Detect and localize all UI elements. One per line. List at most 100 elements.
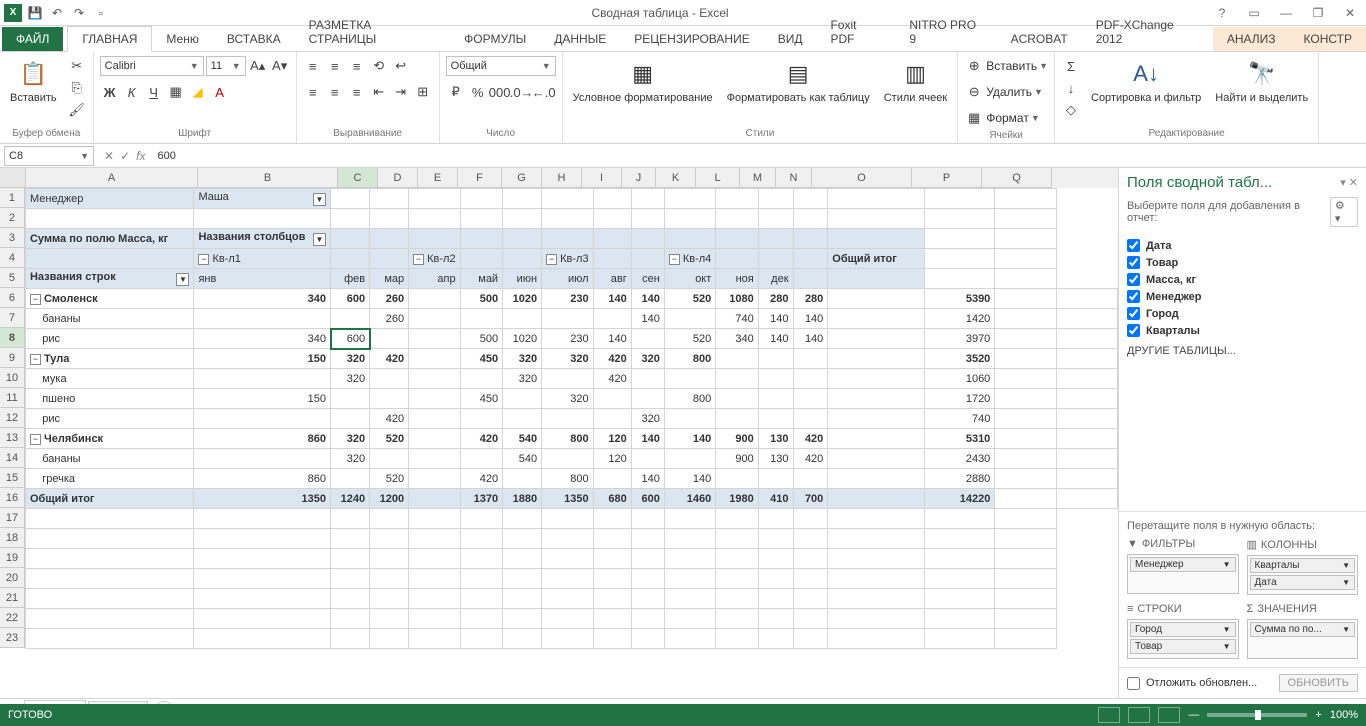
find-select-button[interactable]: 🔭Найти и выделить: [1211, 56, 1312, 106]
merge-icon[interactable]: ⊞: [413, 82, 433, 102]
indent-inc-icon[interactable]: ⇥: [391, 82, 411, 102]
page-layout-view-icon[interactable]: [1128, 707, 1150, 723]
tab-formulas[interactable]: ФОРМУЛЫ: [450, 27, 540, 51]
bold-button[interactable]: Ж: [100, 82, 120, 102]
tab-data[interactable]: ДАННЫЕ: [540, 27, 620, 51]
delete-cells-icon[interactable]: ⊖: [964, 82, 984, 102]
field-checkbox[interactable]: [1127, 273, 1140, 286]
underline-button[interactable]: Ч: [144, 82, 164, 102]
field-item[interactable]: Кварталы: [1127, 322, 1358, 339]
normal-view-icon[interactable]: [1098, 707, 1120, 723]
tab-design[interactable]: КОНСТР: [1290, 27, 1366, 51]
row-header[interactable]: 8: [0, 328, 25, 348]
cell-styles-button[interactable]: ▥Стили ячеек: [880, 56, 951, 106]
tab-home[interactable]: ГЛАВНАЯ: [67, 26, 152, 52]
row-header[interactable]: 12: [0, 408, 25, 428]
field-checkbox[interactable]: [1127, 290, 1140, 303]
row-header[interactable]: 22: [0, 608, 25, 628]
format-cells-icon[interactable]: ▦: [964, 108, 984, 128]
italic-button[interactable]: К: [122, 82, 142, 102]
inc-decimal-icon[interactable]: .0→: [512, 82, 532, 102]
area-chip[interactable]: Дата▼: [1250, 575, 1356, 590]
redo-icon[interactable]: ↷: [70, 4, 88, 22]
col-header[interactable]: P: [912, 168, 982, 188]
area-chip[interactable]: Сумма по по...▼: [1250, 622, 1356, 637]
field-checkbox[interactable]: [1127, 256, 1140, 269]
fill-color-icon[interactable]: ◢: [188, 82, 208, 102]
fx-icon[interactable]: fx: [136, 149, 145, 163]
wrap-text-icon[interactable]: ↩: [391, 56, 411, 76]
tab-view[interactable]: ВИД: [764, 27, 817, 51]
col-header[interactable]: C: [338, 168, 378, 188]
close-icon[interactable]: ✕: [1338, 6, 1362, 20]
row-header[interactable]: 23: [0, 628, 25, 648]
indent-dec-icon[interactable]: ⇤: [369, 82, 389, 102]
area-values[interactable]: ΣЗНАЧЕНИЯСумма по по...▼: [1247, 603, 1359, 659]
area-chip[interactable]: Менеджер▼: [1130, 557, 1236, 572]
comma-icon[interactable]: 000: [490, 82, 510, 102]
area-chip[interactable]: Город▼: [1130, 622, 1236, 637]
align-left-icon[interactable]: ≡: [303, 82, 323, 102]
grow-font-icon[interactable]: A▴: [248, 56, 268, 76]
field-item[interactable]: Город: [1127, 305, 1358, 322]
align-right-icon[interactable]: ≡: [347, 82, 367, 102]
align-bot-icon[interactable]: ≡: [347, 56, 367, 76]
col-header[interactable]: G: [502, 168, 542, 188]
save-icon[interactable]: 💾: [26, 4, 44, 22]
tab-pdfx[interactable]: PDF-XChange 2012: [1082, 13, 1213, 51]
name-box[interactable]: C8▼: [4, 146, 94, 166]
tab-file[interactable]: ФАЙЛ: [2, 27, 63, 51]
row-header[interactable]: 21: [0, 588, 25, 608]
tab-nitro[interactable]: NITRO PRO 9: [895, 13, 996, 51]
row-header[interactable]: 19: [0, 548, 25, 568]
col-header[interactable]: F: [458, 168, 502, 188]
row-header[interactable]: 14: [0, 448, 25, 468]
row-header[interactable]: 18: [0, 528, 25, 548]
col-header[interactable]: L: [696, 168, 740, 188]
area-rows[interactable]: ≡СТРОКИГород▼Товар▼: [1127, 603, 1239, 659]
accept-formula-icon[interactable]: ✓: [120, 149, 130, 163]
tab-analyze[interactable]: АНАЛИЗ: [1213, 27, 1290, 51]
row-header[interactable]: 20: [0, 568, 25, 588]
clear-icon[interactable]: ◇: [1061, 100, 1081, 120]
orientation-icon[interactable]: ⟲: [369, 56, 389, 76]
col-header[interactable]: B: [198, 168, 338, 188]
undo-icon[interactable]: ↶: [48, 4, 66, 22]
col-header[interactable]: I: [582, 168, 622, 188]
font-name-combo[interactable]: Calibri▼: [100, 56, 204, 76]
font-color-icon[interactable]: A: [210, 82, 230, 102]
percent-icon[interactable]: %: [468, 82, 488, 102]
row-header[interactable]: 10: [0, 368, 25, 388]
field-item[interactable]: Товар: [1127, 254, 1358, 271]
col-header[interactable]: Q: [982, 168, 1052, 188]
row-header[interactable]: 4: [0, 248, 25, 268]
defer-checkbox[interactable]: [1127, 677, 1140, 690]
zoom-level[interactable]: 100%: [1330, 709, 1358, 721]
page-break-view-icon[interactable]: [1158, 707, 1180, 723]
format-painter-icon[interactable]: 🖌: [67, 100, 87, 120]
conditional-formatting-button[interactable]: ▦Условное форматирование: [569, 56, 717, 106]
col-header[interactable]: O: [812, 168, 912, 188]
field-item[interactable]: Дата: [1127, 237, 1358, 254]
row-header[interactable]: 5: [0, 268, 25, 288]
row-header[interactable]: 13: [0, 428, 25, 448]
other-tables-link[interactable]: ДРУГИЕ ТАБЛИЦЫ...: [1127, 339, 1358, 363]
format-as-table-button[interactable]: ▤Форматировать как таблицу: [723, 56, 874, 106]
row-header[interactable]: 15: [0, 468, 25, 488]
field-checkbox[interactable]: [1127, 307, 1140, 320]
tab-acrobat[interactable]: ACROBAT: [997, 27, 1082, 51]
tab-insert[interactable]: ВСТАВКА: [213, 27, 295, 51]
row-header[interactable]: 7: [0, 308, 25, 328]
row-header[interactable]: 17: [0, 508, 25, 528]
currency-icon[interactable]: ₽: [446, 82, 466, 102]
zoom-out-icon[interactable]: —: [1188, 709, 1199, 721]
copy-icon[interactable]: ⎘: [67, 78, 87, 98]
formula-input[interactable]: 600: [151, 150, 1366, 162]
align-top-icon[interactable]: ≡: [303, 56, 323, 76]
font-size-combo[interactable]: 11▼: [206, 56, 246, 76]
row-header[interactable]: 16: [0, 488, 25, 508]
gear-icon[interactable]: ⚙ ▾: [1330, 197, 1358, 227]
paste-button[interactable]: 📋Вставить: [6, 56, 61, 106]
cut-icon[interactable]: ✂: [67, 56, 87, 76]
field-checkbox[interactable]: [1127, 324, 1140, 337]
